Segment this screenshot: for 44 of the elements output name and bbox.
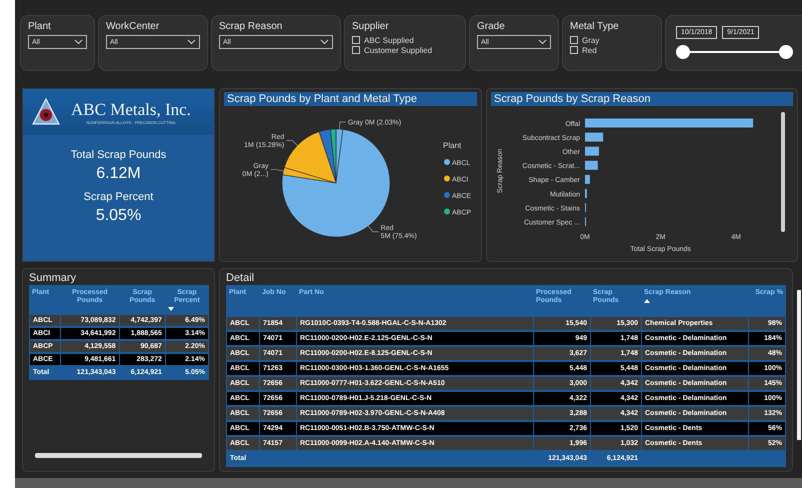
slicer-title: Grade bbox=[477, 21, 506, 32]
slicer-title: Metal Type bbox=[570, 21, 620, 32]
range-slider[interactable] bbox=[676, 45, 793, 59]
bar bbox=[585, 132, 604, 142]
chevron-down-icon bbox=[320, 39, 329, 45]
sort-up-icon bbox=[644, 299, 650, 303]
checkbox[interactable] bbox=[570, 36, 578, 44]
brand-name: ABC Metals, Inc. bbox=[71, 100, 191, 120]
panel-title: Detail bbox=[226, 272, 256, 284]
kpi-value: 6.12M bbox=[96, 165, 141, 183]
bar bbox=[585, 174, 590, 184]
checkbox-label[interactable]: Red bbox=[582, 46, 597, 54]
leader-line bbox=[339, 122, 346, 130]
panel-title: Summary bbox=[29, 272, 78, 284]
scrollbar[interactable] bbox=[35, 453, 202, 458]
checkbox-label[interactable]: Customer Supplied bbox=[364, 46, 432, 54]
leader-line bbox=[286, 140, 298, 146]
checkbox[interactable] bbox=[570, 46, 578, 54]
leader-line bbox=[270, 169, 285, 172]
checkbox[interactable] bbox=[352, 46, 360, 54]
chart-title: Scrap Pounds by Plant and Metal Type bbox=[224, 92, 477, 106]
checkbox-label[interactable]: Gray bbox=[582, 36, 600, 44]
slicer-title: Scrap Reason bbox=[219, 21, 284, 32]
scrollbar[interactable] bbox=[797, 290, 801, 440]
leader-line bbox=[368, 225, 380, 232]
slicer-title: Supplier bbox=[352, 21, 390, 32]
sort-down-icon bbox=[168, 307, 174, 311]
kpi-label: Total Scrap Pounds bbox=[70, 149, 166, 161]
legend-title: Plant bbox=[443, 141, 462, 150]
chevron-down-icon bbox=[538, 39, 547, 45]
checkbox-label[interactable]: ABC Supplied bbox=[364, 36, 414, 44]
kpi-value: 5.05% bbox=[96, 207, 142, 225]
slider-handle[interactable] bbox=[779, 45, 793, 59]
bar bbox=[585, 160, 598, 170]
bar bbox=[585, 146, 599, 156]
slicer-title: Plant bbox=[28, 21, 52, 32]
slicer-title: WorkCenter bbox=[106, 21, 160, 32]
chart-title: Scrap Pounds by Scrap Reason bbox=[491, 92, 793, 106]
kpi-label: Scrap Percent bbox=[84, 191, 154, 203]
triangle-logo-icon bbox=[31, 97, 61, 127]
slider-handle[interactable] bbox=[676, 45, 690, 59]
chevron-down-icon bbox=[74, 39, 83, 45]
checkbox[interactable] bbox=[352, 36, 360, 44]
chevron-down-icon bbox=[187, 39, 196, 45]
